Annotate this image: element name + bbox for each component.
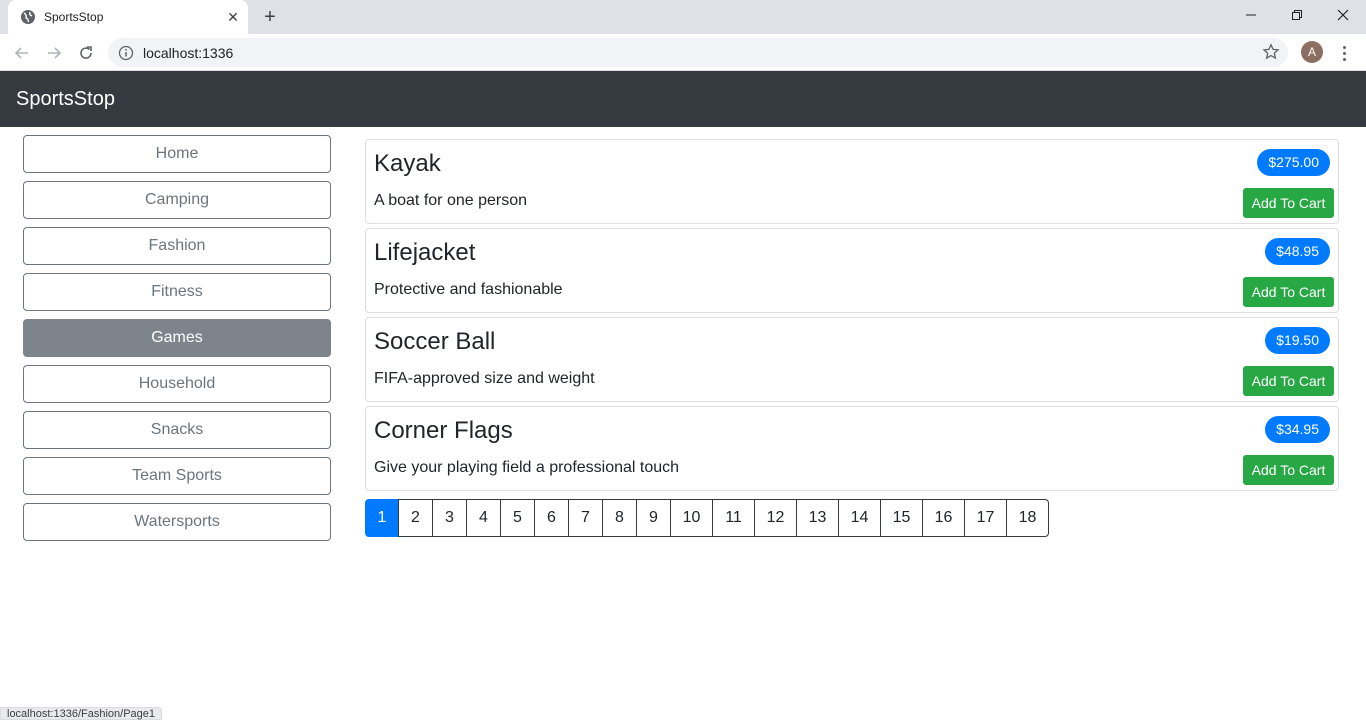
browser-tabstrip: SportsStop ✕ + [0,0,1366,34]
browser-menu-icon[interactable] [1334,41,1354,65]
page-button-13[interactable]: 13 [796,499,839,537]
page-button-4[interactable]: 4 [466,499,501,537]
page-button-16[interactable]: 16 [922,499,965,537]
back-icon[interactable] [9,40,35,66]
category-sidebar: Home Camping Fashion Fitness Games House… [23,135,331,549]
page-button-8[interactable]: 8 [602,499,637,537]
link-status-bar: localhost:1336/Fashion/Page1 [0,707,162,720]
globe-icon [21,10,35,24]
browser-toolbar: localhost:1336 A [0,34,1366,71]
page-button-15[interactable]: 15 [880,499,923,537]
add-to-cart-button[interactable]: Add To Cart [1243,277,1334,307]
bookmark-star-icon[interactable] [1262,43,1280,61]
add-to-cart-button[interactable]: Add To Cart [1243,366,1334,396]
product-description: A boat for one person [374,192,527,209]
pagination: 1 2 3 4 5 6 7 8 9 10 11 12 13 14 15 16 1… [365,499,1049,537]
restore-icon[interactable] [1274,0,1320,30]
new-tab-icon[interactable]: + [258,6,282,28]
page-button-10[interactable]: 10 [670,499,713,537]
page-button-9[interactable]: 9 [636,499,671,537]
page-button-18[interactable]: 18 [1006,499,1049,537]
product-name: Soccer Ball [374,328,496,355]
page-button-17[interactable]: 17 [964,499,1007,537]
page-button-5[interactable]: 5 [500,499,535,537]
price-badge: $48.95 [1265,238,1330,265]
product-list: Kayak $275.00 A boat for one person Add … [365,139,1339,495]
product-description: Give your playing field a professional t… [374,459,680,476]
product-description: Protective and fashionable [374,281,563,298]
url-text: localhost:1336 [143,45,234,61]
product-name: Kayak [374,150,441,177]
page-button-11[interactable]: 11 [712,499,755,537]
price-badge: $275.00 [1257,149,1330,176]
category-button-camping[interactable]: Camping [23,181,331,219]
product-card: Corner Flags $34.95 Give your playing fi… [365,406,1339,491]
address-bar[interactable]: localhost:1336 [108,38,1288,67]
page-button-6[interactable]: 6 [534,499,569,537]
page-button-3[interactable]: 3 [432,499,467,537]
profile-avatar[interactable]: A [1301,41,1323,63]
category-button-watersports[interactable]: Watersports [23,503,331,541]
category-button-fashion[interactable]: Fashion [23,227,331,265]
product-card: Kayak $275.00 A boat for one person Add … [365,139,1339,224]
category-button-snacks[interactable]: Snacks [23,411,331,449]
minimize-icon[interactable] [1228,0,1274,30]
category-button-fitness[interactable]: Fitness [23,273,331,311]
reload-icon[interactable] [73,40,99,66]
page-button-12[interactable]: 12 [754,499,797,537]
category-button-home[interactable]: Home [23,135,331,173]
category-button-household[interactable]: Household [23,365,331,403]
price-badge: $34.95 [1265,416,1330,443]
close-window-icon[interactable] [1320,0,1366,30]
brand-title[interactable]: SportsStop [16,88,115,111]
browser-tab[interactable]: SportsStop ✕ [8,0,248,34]
page-button-1[interactable]: 1 [365,499,399,537]
page-button-14[interactable]: 14 [838,499,881,537]
product-name: Corner Flags [374,417,513,444]
info-icon[interactable] [118,45,134,61]
product-card: Soccer Ball $19.50 FIFA-approved size an… [365,317,1339,402]
price-badge: $19.50 [1265,327,1330,354]
page-button-2[interactable]: 2 [398,499,433,537]
category-button-games[interactable]: Games [23,319,331,357]
product-card: Lifejacket $48.95 Protective and fashion… [365,228,1339,313]
product-name: Lifejacket [374,239,476,266]
page-button-7[interactable]: 7 [568,499,603,537]
add-to-cart-button[interactable]: Add To Cart [1243,455,1334,485]
product-description: FIFA-approved size and weight [374,370,595,387]
add-to-cart-button[interactable]: Add To Cart [1243,188,1334,218]
app-navbar: SportsStop [0,71,1366,127]
category-button-team-sports[interactable]: Team Sports [23,457,331,495]
forward-icon[interactable] [41,40,67,66]
tab-title: SportsStop [44,10,104,24]
close-tab-icon[interactable]: ✕ [224,8,242,26]
